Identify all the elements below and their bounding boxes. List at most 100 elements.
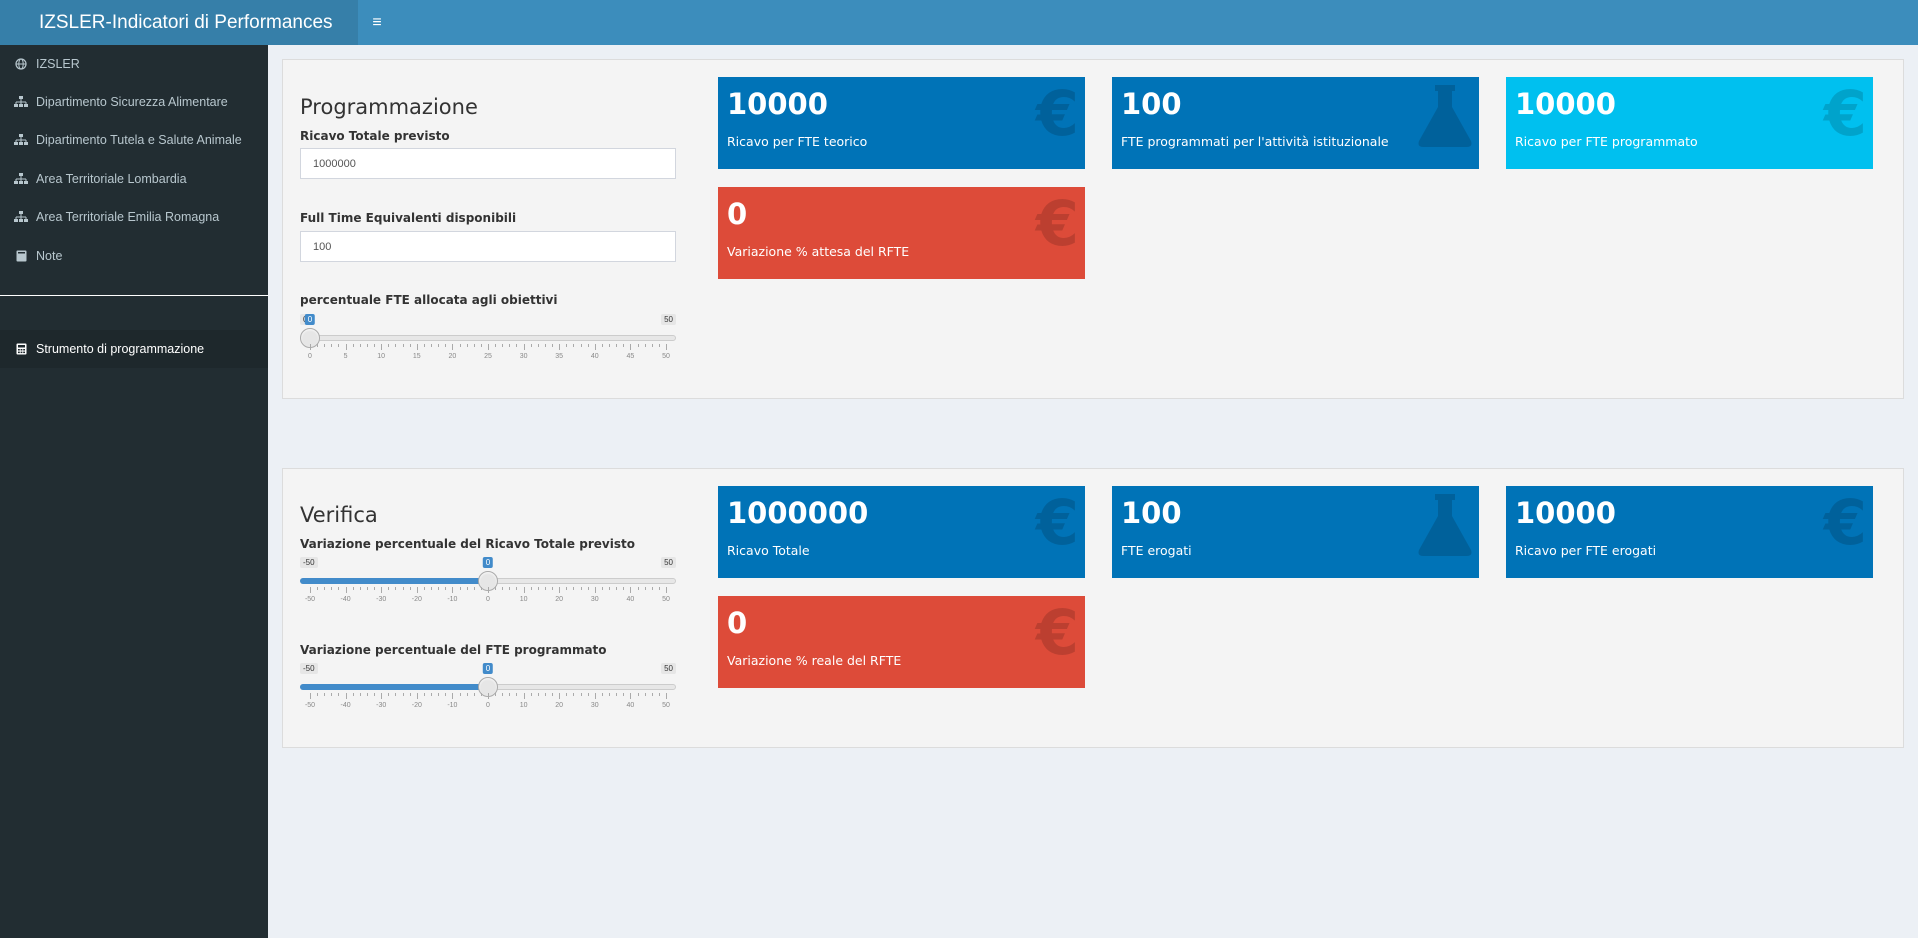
slider-tick-label: -10 <box>447 702 458 709</box>
slider-tick-label: 30 <box>590 596 599 603</box>
slider-minor-tick <box>495 587 497 590</box>
slider-tick-label: -50 <box>304 596 316 603</box>
slider-minor-tick <box>402 587 404 590</box>
sidebar-item-tutela-salute-animale[interactable]: Dipartimento Tutela e Salute Animale <box>0 121 268 159</box>
slider-tick-label: 5 <box>343 353 348 360</box>
slider-minor-tick <box>573 344 575 347</box>
percentuale-fte-slider[interactable]: 0 50 0 0 5 10 15 20 25 30 35 40 45 50 <box>300 314 676 374</box>
slider-major-tick <box>488 693 489 699</box>
slider-minor-tick <box>502 344 504 347</box>
slider-tick-label: 40 <box>590 353 599 360</box>
slider-major-tick <box>381 344 383 350</box>
slider-tick-label: 30 <box>519 353 528 360</box>
slider-minor-tick <box>324 587 326 590</box>
slider-major-tick <box>416 587 418 593</box>
slider-major-tick <box>630 344 632 350</box>
variazione-fte-label: Variazione percentuale del FTE programma… <box>300 643 607 657</box>
slider-minor-tick <box>509 344 511 347</box>
slider-tick-label: -50 <box>304 702 316 709</box>
slider-minor-tick <box>366 693 368 696</box>
sidebar-item-area-emilia-romagna[interactable]: Area Territoriale Emilia Romagna <box>0 198 268 236</box>
slider-minor-tick <box>374 693 376 696</box>
slider-minor-tick <box>480 344 482 347</box>
slider-tick-label: -10 <box>447 596 458 603</box>
app-title[interactable]: IZSLER-Indicatori di Performances <box>0 0 358 45</box>
slider-major-tick <box>416 344 418 350</box>
slider-minor-tick <box>317 693 319 696</box>
slider-minor-tick <box>609 587 611 590</box>
slider-minor-tick <box>438 344 440 347</box>
slider-minor-tick <box>644 587 646 590</box>
variazione-ricavo-slider[interactable]: -50 50 0 -50 -40 -30 -20 -10 0 10 20 30 40 50 <box>300 557 676 617</box>
sidebar-item-sicurezza-alimentare[interactable]: Dipartimento Sicurezza Alimentare <box>0 83 268 121</box>
slider-minor-tick <box>573 693 575 696</box>
slider-minor-tick <box>552 344 554 347</box>
slider-major-tick <box>452 587 454 593</box>
slider-minor-tick <box>480 693 482 696</box>
slider-major-tick <box>523 587 525 593</box>
slider-minor-tick <box>402 344 404 347</box>
slider-min-label: -50 <box>300 663 318 674</box>
slider-tick-label: 15 <box>412 353 421 360</box>
slider-major-tick <box>310 587 311 593</box>
slider-minor-tick <box>431 344 433 347</box>
sitemap-icon <box>14 173 28 185</box>
slider-minor-tick <box>409 587 411 590</box>
slider-minor-tick <box>395 587 397 590</box>
slider-minor-tick <box>623 344 625 347</box>
sidebar-item-strumento-programmazione[interactable]: Strumento di programmazione <box>0 330 268 368</box>
slider-minor-tick <box>352 693 354 696</box>
slider-ticks: -50 -40 -30 -20 -10 0 10 20 30 40 50 <box>300 587 676 607</box>
slider-major-tick <box>594 587 596 593</box>
slider-minor-tick <box>616 587 618 590</box>
slider-tick-label: 50 <box>662 596 670 603</box>
slider-tick-label: 20 <box>555 596 564 603</box>
slider-tick-label: -20 <box>411 596 422 603</box>
fte-disponibili-label: Full Time Equivalenti disponibili <box>300 211 517 225</box>
sidebar-item-izsler[interactable]: IZSLER <box>0 45 268 83</box>
slider-minor-tick <box>395 344 397 347</box>
slider-minor-tick <box>552 693 554 696</box>
verifica-panel: Verifica Variazione percentuale del Rica… <box>282 468 1904 748</box>
slider-minor-tick <box>658 344 660 347</box>
slider-minor-tick <box>651 344 653 347</box>
slider-major-tick <box>666 693 667 699</box>
slider-major-tick <box>310 344 311 350</box>
slider-minor-tick <box>459 344 461 347</box>
slider-tick-label: 50 <box>662 353 670 360</box>
slider-minor-tick <box>587 344 589 347</box>
value-box-text: Ricavo Totale <box>727 543 810 558</box>
slider-tick-label: 0 <box>486 702 490 709</box>
slider-minor-tick <box>473 344 475 347</box>
value-box-fte-programmati: 100 FTE programmati per l'attività istit… <box>1112 77 1479 169</box>
value-box-number: 0 <box>727 197 748 231</box>
slider-minor-tick <box>388 587 390 590</box>
slider-minor-tick <box>537 587 539 590</box>
value-box-ricavo-totale: 1000000 Ricavo Totale € <box>718 486 1085 578</box>
euro-icon: € <box>1035 596 1079 669</box>
sidebar-item-note[interactable]: Note <box>0 237 268 275</box>
variazione-fte-slider[interactable]: -50 50 0 -50 -40 -30 -20 -10 0 10 20 30 40 50 <box>300 663 676 723</box>
slider-major-tick <box>594 693 596 699</box>
value-box-text: Variazione % attesa del RFTE <box>727 244 910 259</box>
sidebar: IZSLER Dipartimento Sicurezza Alimentare… <box>0 45 268 938</box>
slider-minor-tick <box>359 587 361 590</box>
slider-minor-tick <box>552 587 554 590</box>
slider-tick-label: 40 <box>626 702 635 709</box>
sidebar-item-area-lombardia[interactable]: Area Territoriale Lombardia <box>0 160 268 198</box>
value-box-number: 10000 <box>1515 87 1616 121</box>
fte-disponibili-input[interactable] <box>300 231 676 262</box>
slider-major-tick <box>666 344 667 350</box>
slider-track[interactable] <box>300 335 676 341</box>
slider-major-tick <box>345 344 347 350</box>
value-box-number: 0 <box>727 606 748 640</box>
slider-minor-tick <box>317 344 319 347</box>
slider-minor-tick <box>537 344 539 347</box>
slider-tick-label: 10 <box>519 702 528 709</box>
value-box-text: Variazione % reale del RFTE <box>727 653 902 668</box>
slider-minor-tick <box>566 693 568 696</box>
slider-minor-tick <box>388 693 390 696</box>
slider-minor-tick <box>423 344 425 347</box>
sidebar-toggle-icon[interactable]: ≡ <box>358 0 396 45</box>
ricavo-totale-input[interactable] <box>300 148 676 179</box>
